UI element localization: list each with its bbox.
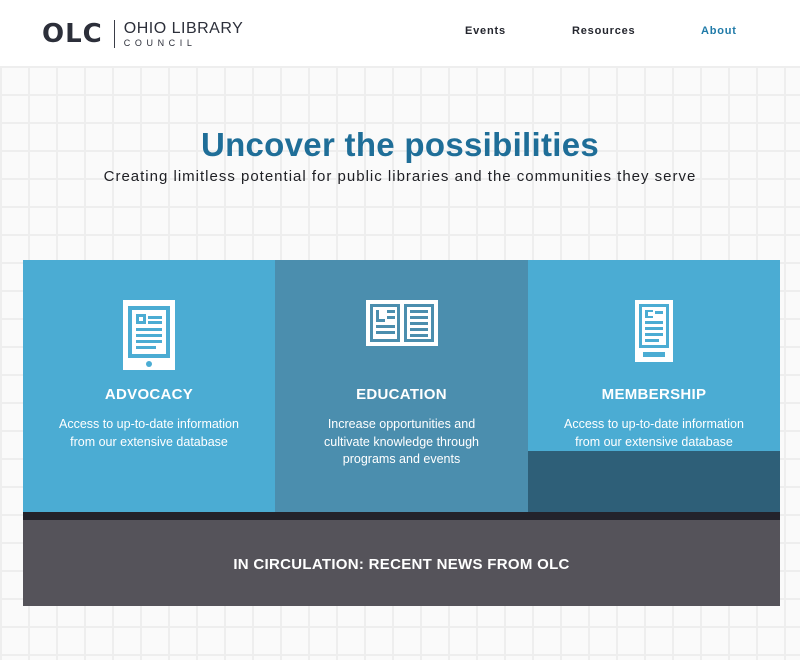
nav-resources-link[interactable]: Resources <box>572 25 635 37</box>
nav-events-link[interactable]: Events <box>465 25 506 37</box>
education-card[interactable]: EDUCATION Increase opportunities and cul… <box>275 260 528 512</box>
education-title: EDUCATION <box>356 386 447 403</box>
membership-card[interactable]: MEMBERSHIP Access to up-to-date informat… <box>528 260 780 512</box>
advocacy-description: Access to up-to-date information from ou… <box>59 417 239 449</box>
logo-line-2: COUNCIL <box>123 37 197 48</box>
section-divider <box>23 512 780 520</box>
advocacy-card[interactable]: ADVOCACY Access to up-to-date informatio… <box>23 260 275 512</box>
news-title: IN CIRCULATION: RECENT NEWS FROM OLC <box>233 556 570 573</box>
hero-subtitle: Creating limitless potential for public … <box>103 168 697 185</box>
site-header: OLC OHIO LIBRARY COUNCIL Events Resource… <box>0 0 800 66</box>
membership-title: MEMBERSHIP <box>601 386 707 403</box>
education-description: Increase opportunities and cultivate kno… <box>324 417 479 466</box>
news-banner[interactable]: IN CIRCULATION: RECENT NEWS FROM OLC <box>23 520 780 606</box>
advocacy-title: ADVOCACY <box>104 386 194 403</box>
tablet-document-icon <box>123 300 175 370</box>
membership-description: Access to up-to-date information from ou… <box>564 417 744 449</box>
hero-title: Uncover the possibilities <box>200 126 600 163</box>
feature-cards: ADVOCACY Access to up-to-date informatio… <box>23 260 780 512</box>
nav-about-link[interactable]: About <box>701 25 737 37</box>
phone-card-icon <box>635 300 673 362</box>
open-book-icon <box>365 300 438 346</box>
main-nav: Events Resources About <box>0 25 800 39</box>
hero-section: Uncover the possibilities Creating limit… <box>0 126 800 185</box>
membership-hover-overlay <box>528 451 780 512</box>
